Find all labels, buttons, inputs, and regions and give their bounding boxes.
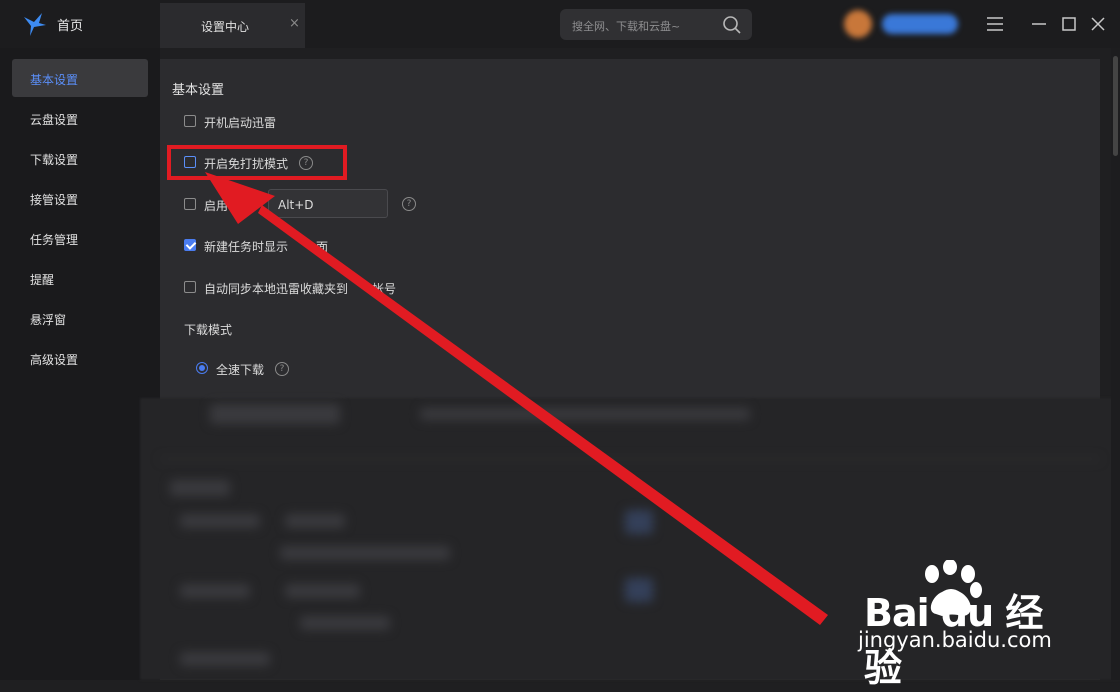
baidu-jingyan-watermark: Bai du 经验 jingyan.baidu.com: [858, 558, 1078, 690]
watermark-url: jingyan.baidu.com: [858, 628, 1052, 652]
